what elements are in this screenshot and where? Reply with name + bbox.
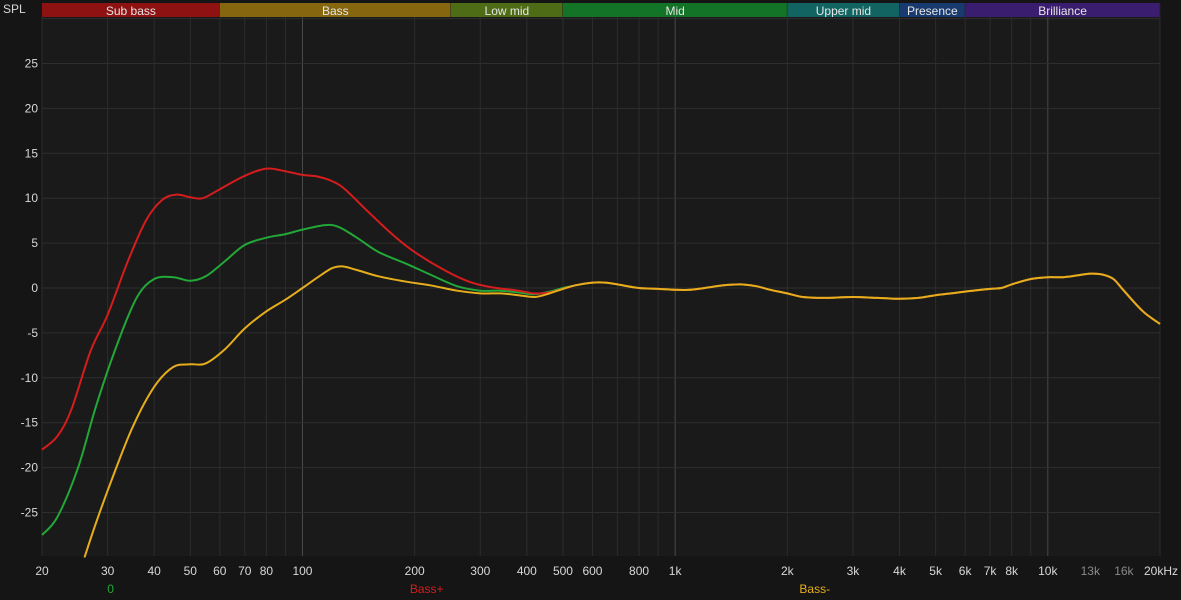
x-tick-label: 60 bbox=[213, 564, 227, 578]
band-label: Sub bass bbox=[106, 4, 156, 18]
x-tick-label: 80 bbox=[260, 564, 274, 578]
x-tick-label: 10k bbox=[1038, 564, 1058, 578]
y-axis-label: SPL bbox=[3, 2, 26, 16]
x-tick-label: 2k bbox=[781, 564, 795, 578]
plot-area bbox=[42, 17, 1160, 556]
frequency-bands: Sub bass Bass Low mid Mid Upper mid Presence B… bbox=[42, 3, 1161, 18]
y-tick-label: 20 bbox=[25, 101, 39, 115]
x-tick-label: 4k bbox=[893, 564, 907, 578]
y-tick-label: 5 bbox=[31, 236, 38, 250]
band-label: Upper mid bbox=[816, 4, 871, 18]
legend-label: Bass+ bbox=[410, 582, 444, 596]
y-tick-label: 25 bbox=[25, 57, 39, 71]
y-tick-label: -10 bbox=[21, 371, 39, 385]
band-label: Bass bbox=[322, 4, 349, 18]
x-tick-label: 50 bbox=[184, 564, 198, 578]
band-label: Presence bbox=[907, 4, 958, 18]
x-tick-label: 20kHz bbox=[1144, 564, 1178, 578]
x-tick-label: 6k bbox=[959, 564, 973, 578]
x-tick-label: 13k bbox=[1081, 564, 1101, 578]
x-tick-label: 100 bbox=[292, 564, 312, 578]
x-tick-label: 1k bbox=[669, 564, 683, 578]
legend-label: 0 bbox=[107, 582, 114, 596]
x-tick-label: 3k bbox=[847, 564, 861, 578]
y-tick-label: -20 bbox=[21, 461, 39, 475]
x-tick-label: 500 bbox=[553, 564, 573, 578]
x-tick-label: 30 bbox=[101, 564, 115, 578]
y-tick-label: 0 bbox=[31, 281, 38, 295]
y-tick-label: 10 bbox=[25, 191, 39, 205]
x-tick-label: 8k bbox=[1005, 564, 1019, 578]
y-tick-label: -5 bbox=[27, 326, 38, 340]
band-label: Mid bbox=[665, 4, 684, 18]
x-tick-label: 800 bbox=[629, 564, 649, 578]
y-tick-label: -25 bbox=[21, 506, 39, 520]
y-tick-label: 15 bbox=[25, 146, 39, 160]
frequency-response-chart: SPL Sub bass Bass Low mid Mid Upper mid Prese… bbox=[0, 0, 1181, 600]
x-tick-label: 5k bbox=[929, 564, 943, 578]
x-tick-label: 20 bbox=[35, 564, 49, 578]
y-tick-label: -15 bbox=[21, 416, 39, 430]
x-tick-label: 16k bbox=[1114, 564, 1134, 578]
x-tick-label: 600 bbox=[582, 564, 602, 578]
band-label: Low mid bbox=[485, 4, 530, 18]
x-tick-label: 7k bbox=[984, 564, 998, 578]
x-tick-label: 400 bbox=[517, 564, 537, 578]
x-tick-label: 40 bbox=[148, 564, 162, 578]
x-tick-label: 300 bbox=[470, 564, 490, 578]
x-tick-label: 200 bbox=[405, 564, 425, 578]
legend-label: Bass- bbox=[799, 582, 830, 596]
x-tick-label: 70 bbox=[238, 564, 252, 578]
band-label: Brilliance bbox=[1038, 4, 1087, 18]
